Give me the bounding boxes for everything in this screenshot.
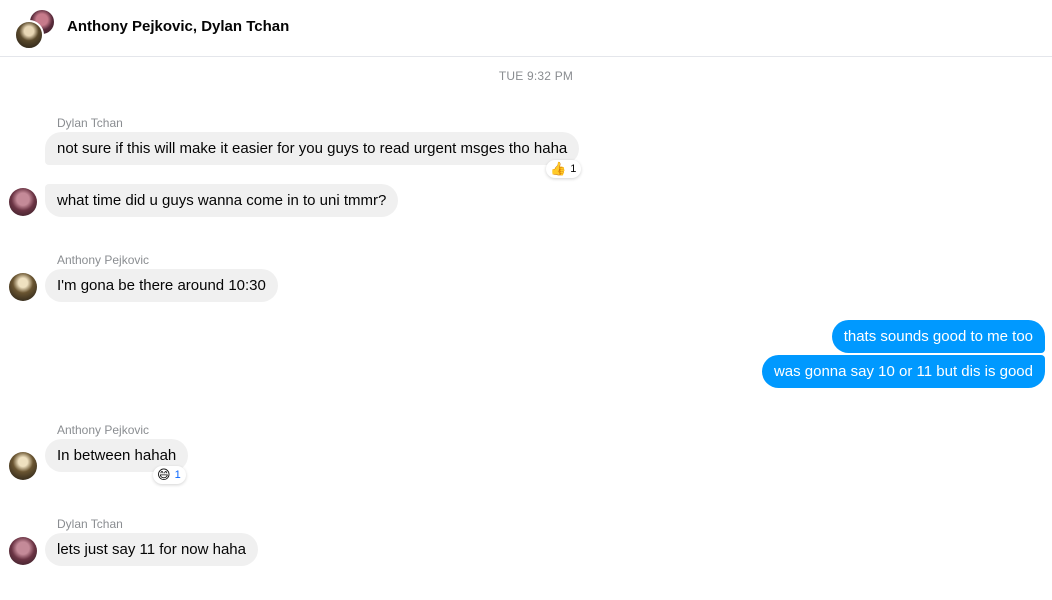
message-bubble[interactable]: lets just say 11 for now haha	[45, 533, 258, 566]
message-bubble[interactable]: not sure if this will make it easier for…	[45, 132, 580, 165]
reaction-count: 1	[570, 163, 577, 175]
thumbs-up-icon: 👍	[550, 161, 567, 176]
sender-name: Dylan Tchan	[57, 517, 123, 531]
chat-title[interactable]: Anthony Pejkovic, Dylan Tchan	[67, 18, 289, 35]
message-bubble[interactable]: I'm gona be there around 10:30	[45, 269, 278, 302]
avatar-anthony	[14, 20, 44, 50]
message-timestamp: TUE 9:32 PM	[498, 69, 574, 83]
sender-name: Anthony Pejkovic	[57, 423, 150, 437]
laughing-face-icon: 😄	[157, 467, 171, 482]
group-avatar[interactable]	[14, 8, 56, 50]
chat-header: Anthony Pejkovic, Dylan Tchan	[0, 0, 1052, 57]
message-reaction[interactable]: 😄 1	[153, 466, 186, 484]
sender-avatar[interactable]	[9, 452, 37, 480]
reaction-count: 1	[174, 469, 181, 481]
sender-name: Anthony Pejkovic	[57, 253, 150, 267]
sender-avatar[interactable]	[9, 273, 37, 301]
message-reaction[interactable]: 👍 1	[546, 160, 582, 178]
message-bubble-outgoing[interactable]: was gonna say 10 or 11 but dis is good	[761, 355, 1045, 388]
sender-name: Dylan Tchan	[57, 116, 123, 130]
message-bubble[interactable]: what time did u guys wanna come in to un…	[45, 184, 399, 217]
message-bubble-outgoing[interactable]: thats sounds good to me too	[831, 320, 1045, 353]
sender-avatar[interactable]	[9, 188, 37, 216]
sender-avatar[interactable]	[9, 537, 37, 565]
